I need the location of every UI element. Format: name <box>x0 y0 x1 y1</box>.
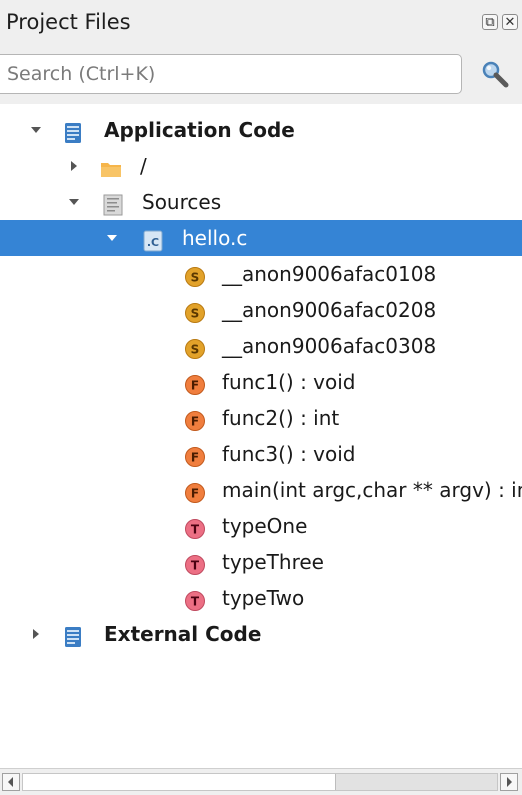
svg-text:T: T <box>191 595 200 609</box>
source-files-icon <box>102 191 124 216</box>
svg-text:T: T <box>191 523 200 537</box>
tree-label: func2() : int <box>222 406 340 430</box>
tree-node-hello-c[interactable]: .C hello.c <box>0 220 522 256</box>
tree-node-symbol[interactable]: T typeTwo <box>0 580 522 616</box>
float-panel-button[interactable]: ⧉ <box>482 14 498 30</box>
function-icon: F <box>184 443 206 467</box>
svg-text:F: F <box>191 451 199 465</box>
expand-arrow-icon[interactable] <box>30 616 44 652</box>
tree-label: func1() : void <box>222 370 356 394</box>
struct-icon: S <box>184 299 206 323</box>
scroll-right-button[interactable] <box>500 773 518 791</box>
svg-text:S: S <box>191 271 200 285</box>
search-input[interactable] <box>0 54 462 94</box>
scrollbar-thumb[interactable] <box>23 774 336 790</box>
tree-node-symbol[interactable]: F func3() : void <box>0 436 522 472</box>
close-panel-button[interactable]: ✕ <box>502 14 518 30</box>
code-module-icon <box>62 119 84 143</box>
tree-node-application-code[interactable]: Application Code <box>0 112 522 148</box>
code-module-icon <box>62 623 84 647</box>
tree-node-symbol[interactable]: F func1() : void <box>0 364 522 400</box>
collapse-arrow-icon[interactable] <box>68 184 82 220</box>
struct-icon: S <box>184 263 206 287</box>
tree-label: External Code <box>104 622 262 646</box>
tree-label: typeThree <box>222 550 324 574</box>
tree-label: typeTwo <box>222 586 305 610</box>
tree-label: hello.c <box>182 226 248 250</box>
scrollbar-track[interactable] <box>22 773 498 791</box>
function-icon: F <box>184 407 206 431</box>
tree-label: / <box>140 154 147 178</box>
svg-text:T: T <box>191 559 200 573</box>
tree-label: __anon9006afac0308 <box>222 334 437 358</box>
function-icon: F <box>184 479 206 503</box>
horizontal-scrollbar[interactable] <box>0 768 522 795</box>
tree-node-symbol[interactable]: S __anon9006afac0208 <box>0 292 522 328</box>
tree-node-symbol[interactable]: S __anon9006afac0108 <box>0 256 522 292</box>
tree-label: __anon9006afac0208 <box>222 298 437 322</box>
type-icon: T <box>184 551 206 575</box>
tree-label: func3() : void <box>222 442 356 466</box>
tree-label: Application Code <box>104 118 295 142</box>
type-icon: T <box>184 515 206 539</box>
svg-text:F: F <box>191 415 199 429</box>
tree-node-sources[interactable]: Sources <box>0 184 522 220</box>
file-badge: .C <box>147 236 159 249</box>
tree-node-symbol[interactable]: S __anon9006afac0308 <box>0 328 522 364</box>
tree-label: Sources <box>142 190 222 214</box>
tree-node-symbol[interactable]: F main(int argc,char ** argv) : int <box>0 472 522 508</box>
expand-arrow-icon[interactable] <box>68 148 82 184</box>
collapse-arrow-icon[interactable] <box>106 220 120 256</box>
tree-label: __anon9006afac0108 <box>222 262 437 286</box>
folder-icon <box>100 155 122 177</box>
tree-label: typeOne <box>222 514 308 538</box>
svg-text:F: F <box>191 379 199 393</box>
tree-node-symbol[interactable]: T typeOne <box>0 508 522 544</box>
function-icon: F <box>184 371 206 395</box>
search-icon[interactable] <box>478 58 512 92</box>
svg-text:S: S <box>191 307 200 321</box>
tree-node-symbol[interactable]: F func2() : int <box>0 400 522 436</box>
svg-text:F: F <box>191 487 199 501</box>
type-icon: T <box>184 587 206 611</box>
tree-node-symbol[interactable]: T typeThree <box>0 544 522 580</box>
panel-header: Project Files ⧉ ✕ <box>0 0 522 48</box>
panel-title: Project Files <box>6 10 131 34</box>
c-file-icon: .C <box>142 227 164 252</box>
scroll-left-button[interactable] <box>2 773 20 791</box>
collapse-arrow-icon[interactable] <box>30 112 44 148</box>
svg-text:S: S <box>191 343 200 357</box>
tree-node-external-code[interactable]: External Code <box>0 616 522 652</box>
struct-icon: S <box>184 335 206 359</box>
tree-node-root-folder[interactable]: / <box>0 148 522 184</box>
search-bar <box>0 48 522 104</box>
tree-label: main(int argc,char ** argv) : int <box>222 478 522 502</box>
